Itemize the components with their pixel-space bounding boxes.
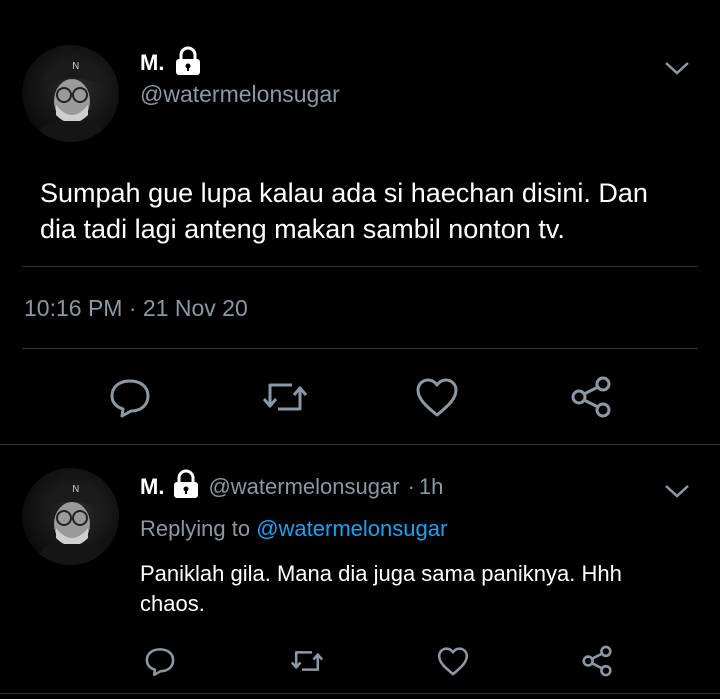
retweet-icon xyxy=(290,651,324,671)
reply-header: M. @watermelonsugar · 1h xyxy=(140,469,443,505)
tweet-text: Paniklah gila. Mana dia juga sama panikn… xyxy=(140,559,622,619)
handle[interactable]: @watermelonsugar xyxy=(140,81,340,108)
divider xyxy=(0,444,720,445)
display-name[interactable]: M. xyxy=(140,50,164,76)
share-button[interactable] xyxy=(566,372,616,422)
svg-text:N: N xyxy=(72,61,79,72)
reply-icon xyxy=(145,648,175,677)
handle[interactable]: @watermelonsugar xyxy=(208,474,399,500)
retweet-button[interactable] xyxy=(258,372,312,422)
divider xyxy=(22,348,698,349)
timestamp[interactable]: 10:16 PM · 21 Nov 20 xyxy=(24,295,248,322)
replying-prefix: Replying to xyxy=(140,516,251,541)
like-button[interactable] xyxy=(412,372,462,422)
tweet-text-line: dia tadi lagi anteng makan sambil nonton… xyxy=(40,214,565,244)
reply-icon xyxy=(110,379,150,418)
replying-to: Replying to @watermelonsugar xyxy=(140,516,447,542)
tweet-text-line: Paniklah gila. Mana dia juga sama panikn… xyxy=(140,561,622,586)
share-icon xyxy=(582,645,612,677)
lock-icon xyxy=(174,46,202,81)
reply-button[interactable] xyxy=(142,643,178,679)
avatar[interactable]: N xyxy=(22,468,119,565)
display-name[interactable]: M. xyxy=(140,474,164,500)
tweet-text: Sumpah gue lupa kalau ada si haechan dis… xyxy=(40,175,648,247)
relative-time[interactable]: 1h xyxy=(419,474,443,500)
retweet-icon xyxy=(262,383,308,411)
tweet-text-line: Sumpah gue lupa kalau ada si haechan dis… xyxy=(40,178,648,208)
chevron-down-icon[interactable] xyxy=(663,481,691,506)
like-button[interactable] xyxy=(434,643,472,679)
share-icon xyxy=(571,376,611,418)
time-separator: · xyxy=(407,474,415,499)
reply-button[interactable] xyxy=(105,372,155,422)
like-icon xyxy=(437,647,469,676)
replying-handle-link[interactable]: @watermelonsugar xyxy=(256,516,447,541)
share-button[interactable] xyxy=(579,643,615,679)
tweet-text-line: chaos. xyxy=(140,591,205,616)
lock-icon xyxy=(172,469,200,505)
chevron-down-icon[interactable] xyxy=(663,58,691,83)
display-name-row: M. xyxy=(140,46,202,81)
retweet-button[interactable] xyxy=(287,643,327,679)
divider xyxy=(0,693,720,694)
like-icon xyxy=(416,378,458,417)
avatar[interactable]: N xyxy=(22,45,119,142)
divider xyxy=(22,266,698,267)
svg-text:N: N xyxy=(72,484,79,495)
